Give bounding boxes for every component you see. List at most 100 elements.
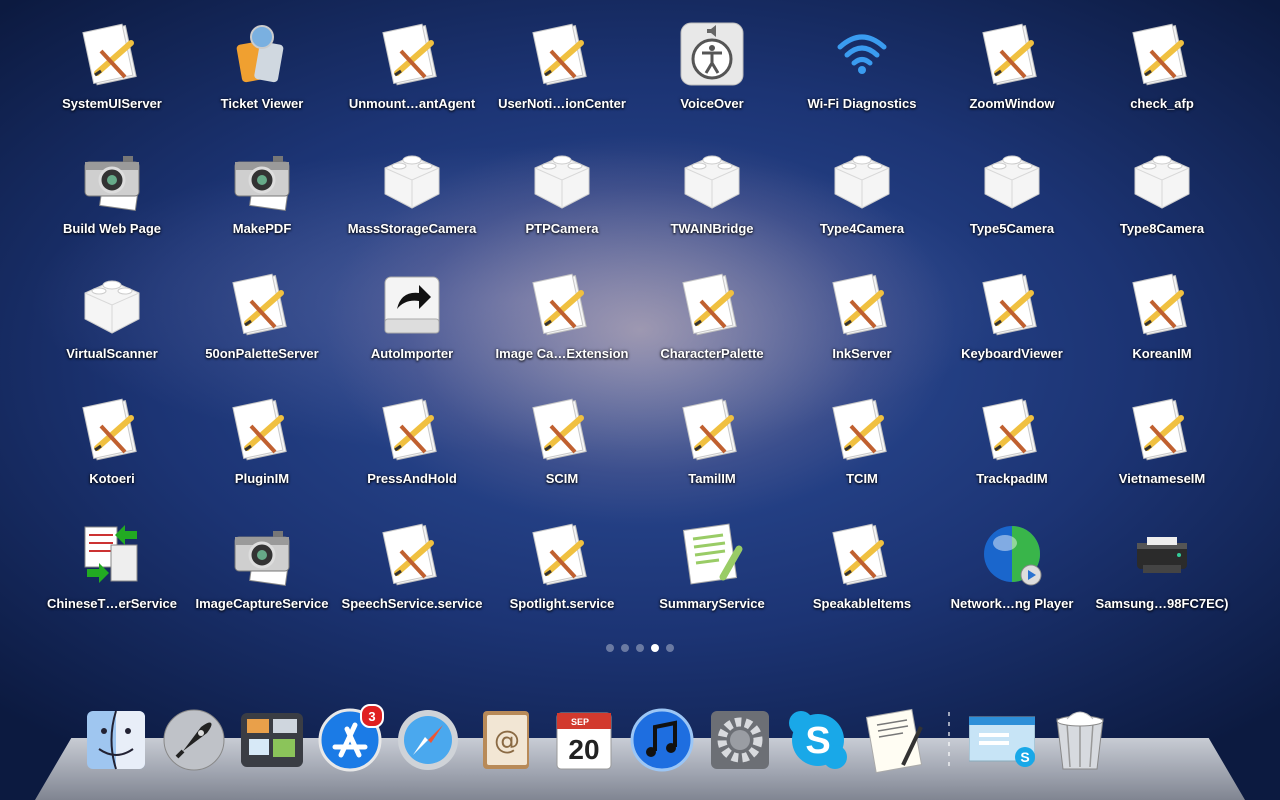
- launchpad-app[interactable]: SCIM: [487, 393, 637, 518]
- app-label: SCIM: [545, 471, 579, 486]
- app-label: ImageCaptureService: [195, 596, 329, 611]
- page-dot[interactable]: [636, 644, 644, 652]
- launchpad-app[interactable]: VietnameseIM: [1087, 393, 1237, 518]
- launchpad-app[interactable]: ChineseT…erService: [37, 518, 187, 643]
- app-label: TrackpadIM: [976, 471, 1048, 486]
- app-pen-icon: [376, 518, 448, 590]
- launchpad-app[interactable]: TCIM: [787, 393, 937, 518]
- chinese-converter-icon: [76, 518, 148, 590]
- launchpad-app[interactable]: CharacterPalette: [637, 268, 787, 393]
- dock-item-finder[interactable]: [80, 704, 152, 780]
- dock-item-safari[interactable]: [392, 704, 464, 780]
- launchpad-app[interactable]: TrackpadIM: [937, 393, 1087, 518]
- launchpad-app[interactable]: PTPCamera: [487, 143, 637, 268]
- launchpad-app[interactable]: check_afp: [1087, 18, 1237, 143]
- app-label: Image Ca…Extension: [495, 346, 629, 361]
- app-label: SpeechService.service: [341, 596, 483, 611]
- notification-badge: 3: [360, 704, 384, 728]
- app-label: MakePDF: [232, 221, 292, 236]
- auto-importer-icon: [376, 268, 448, 340]
- launchpad-app[interactable]: Network…ng Player: [937, 518, 1087, 643]
- page-indicator: [0, 644, 1280, 652]
- app-label: Wi-Fi Diagnostics: [807, 96, 917, 111]
- dock-item-skype-window[interactable]: S: [966, 704, 1038, 780]
- app-pen-icon: [676, 268, 748, 340]
- launchpad-app[interactable]: SpeechService.service: [337, 518, 487, 643]
- dock-item-launchpad[interactable]: [158, 704, 230, 780]
- launchpad-app[interactable]: Kotoeri: [37, 393, 187, 518]
- dock-item-address-book[interactable]: @: [470, 704, 542, 780]
- launchpad-app[interactable]: Spotlight.service: [487, 518, 637, 643]
- page-dot[interactable]: [621, 644, 629, 652]
- launchpad-app[interactable]: PluginIM: [187, 393, 337, 518]
- camera-icon: [226, 518, 298, 590]
- launchpad-app[interactable]: InkServer: [787, 268, 937, 393]
- app-pen-icon: [226, 268, 298, 340]
- app-pen-icon: [1126, 268, 1198, 340]
- launchpad-app[interactable]: Samsung…98FC7EC): [1087, 518, 1237, 643]
- app-label: SystemUIServer: [62, 96, 162, 111]
- launchpad-app[interactable]: MakePDF: [187, 143, 337, 268]
- app-label: TWAINBridge: [670, 221, 754, 236]
- launchpad-app[interactable]: Type4Camera: [787, 143, 937, 268]
- dock-item-app-store[interactable]: 3: [314, 704, 386, 780]
- app-label: Type8Camera: [1119, 221, 1205, 236]
- dock-item-itunes[interactable]: [626, 704, 698, 780]
- app-label: SummaryService: [659, 596, 765, 611]
- launchpad-app[interactable]: Ticket Viewer: [187, 18, 337, 143]
- launchpad-app[interactable]: SpeakableItems: [787, 518, 937, 643]
- lego-block-icon: [976, 143, 1048, 215]
- ticket-viewer-icon: [226, 18, 298, 90]
- launchpad-app[interactable]: VirtualScanner: [37, 268, 187, 393]
- app-label: TamilIM: [688, 471, 736, 486]
- launchpad-app[interactable]: AutoImporter: [337, 268, 487, 393]
- launchpad-app[interactable]: KeyboardViewer: [937, 268, 1087, 393]
- summary-icon: [676, 518, 748, 590]
- launchpad-app[interactable]: SystemUIServer: [37, 18, 187, 143]
- compass-icon: [395, 707, 461, 778]
- printer-icon: [1126, 518, 1198, 590]
- dock-item-system-preferences[interactable]: [704, 704, 776, 780]
- launchpad-app[interactable]: Type8Camera: [1087, 143, 1237, 268]
- launchpad-app[interactable]: Unmount…antAgent: [337, 18, 487, 143]
- textedit-icon: [863, 707, 929, 778]
- page-dot[interactable]: [666, 644, 674, 652]
- dock-item-ical[interactable]: SEP 20: [548, 704, 620, 780]
- dock-item-trash[interactable]: [1044, 704, 1116, 780]
- app-pen-icon: [526, 18, 598, 90]
- dock-item-textedit[interactable]: [860, 704, 932, 780]
- page-dot[interactable]: [606, 644, 614, 652]
- app-label: Ticket Viewer: [220, 96, 304, 111]
- app-pen-icon: [976, 268, 1048, 340]
- app-pen-icon: [1126, 18, 1198, 90]
- app-label: TCIM: [846, 471, 878, 486]
- app-pen-icon: [676, 393, 748, 465]
- launchpad-app[interactable]: Build Web Page: [37, 143, 187, 268]
- launchpad-app[interactable]: TamilIM: [637, 393, 787, 518]
- launchpad-app[interactable]: 50onPaletteServer: [187, 268, 337, 393]
- app-pen-icon: [376, 393, 448, 465]
- launchpad-app[interactable]: Type5Camera: [937, 143, 1087, 268]
- launchpad-app[interactable]: Image Ca…Extension: [487, 268, 637, 393]
- app-label: 50onPaletteServer: [205, 346, 319, 361]
- launchpad-app[interactable]: ImageCaptureService: [187, 518, 337, 643]
- launchpad-app[interactable]: PressAndHold: [337, 393, 487, 518]
- page-dot[interactable]: [651, 644, 659, 652]
- launchpad-app[interactable]: TWAINBridge: [637, 143, 787, 268]
- app-pen-icon: [526, 268, 598, 340]
- launchpad-app[interactable]: UserNoti…ionCenter: [487, 18, 637, 143]
- launchpad-app[interactable]: Wi-Fi Diagnostics: [787, 18, 937, 143]
- launchpad-app[interactable]: SummaryService: [637, 518, 787, 643]
- trash-icon: [1047, 707, 1113, 778]
- launchpad-app[interactable]: VoiceOver: [637, 18, 787, 143]
- svg-text:SEP: SEP: [571, 717, 589, 727]
- launchpad-app[interactable]: KoreanIM: [1087, 268, 1237, 393]
- launchpad-app[interactable]: ZoomWindow: [937, 18, 1087, 143]
- dock-item-mission-control[interactable]: [236, 704, 308, 780]
- dock-item-skype[interactable]: S: [782, 704, 854, 780]
- launchpad-app[interactable]: MassStorageCamera: [337, 143, 487, 268]
- voiceover-icon: [676, 18, 748, 90]
- app-pen-icon: [376, 18, 448, 90]
- app-label: Network…ng Player: [950, 596, 1074, 611]
- camera-icon: [76, 143, 148, 215]
